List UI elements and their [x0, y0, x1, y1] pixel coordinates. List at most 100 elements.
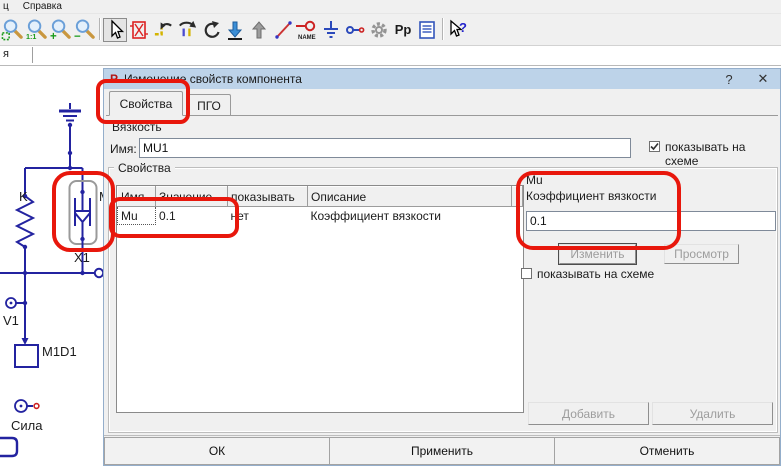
col-name[interactable]: Имя	[118, 187, 156, 207]
gear-icon	[368, 19, 390, 41]
ok-button[interactable]: ОК	[104, 437, 330, 465]
name-tool-button[interactable]: NAME	[295, 18, 319, 42]
apply-button[interactable]: Применить	[329, 437, 555, 465]
tab-properties-label: Свойства	[120, 97, 173, 111]
cell-value[interactable]: 0.1	[156, 207, 228, 225]
form-icon	[416, 19, 438, 41]
ok-button-label: ОК	[209, 444, 225, 458]
tab-pgo-label: ПГО	[197, 99, 221, 113]
force-source[interactable]	[15, 400, 39, 412]
table-row[interactable]: Mu 0.1 нет Коэффициент вязкости	[118, 207, 523, 225]
show-param-checkbox[interactable]	[521, 268, 532, 279]
name-input[interactable]	[139, 138, 631, 158]
connector-button[interactable]	[343, 18, 367, 42]
move-down-button[interactable]	[223, 18, 247, 42]
view-button[interactable]: Просмотр	[664, 244, 739, 264]
mirror-rotate-icon	[176, 18, 199, 41]
cell-description[interactable]: Коэффициент вязкости	[308, 207, 512, 225]
label-m1d1: M1D1	[42, 344, 77, 359]
mass-block[interactable]	[15, 345, 38, 367]
properties-dialog: Р Изменение свойств компонента ? ✕ Свойс…	[103, 68, 781, 466]
toolbar-separator	[96, 18, 103, 42]
document-tab-partial[interactable]: я	[3, 48, 9, 60]
tab-pgo[interactable]: ПГО	[187, 94, 231, 116]
col-description[interactable]: Описание	[308, 187, 512, 207]
zoom-out-button[interactable]: −	[72, 18, 96, 42]
ground-symbol[interactable]	[59, 103, 81, 121]
show-on-schema-label: показывать на схеме	[665, 140, 780, 168]
add-button[interactable]: Добавить	[528, 402, 649, 425]
form-button[interactable]	[415, 18, 439, 42]
menu-item-partial[interactable]: ц	[3, 1, 9, 12]
menu-item-help[interactable]: Справка	[23, 1, 62, 12]
cell-show[interactable]: нет	[228, 207, 308, 225]
svg-text:1:1: 1:1	[25, 33, 35, 41]
table-header-row: Имя Значение показывать Описание	[118, 187, 523, 207]
menu-bar: ц Справка	[0, 0, 781, 13]
dialog-title: Изменение свойств компонента	[124, 72, 302, 86]
context-help-button[interactable]: ?	[446, 18, 470, 42]
zoom-in-icon: +	[49, 18, 72, 41]
spring-component[interactable]	[17, 168, 33, 273]
add-button-label: Добавить	[562, 407, 615, 421]
arrow-up-icon	[248, 19, 270, 41]
change-button[interactable]: Изменить	[559, 244, 636, 264]
cancel-button-label: Отменить	[640, 444, 695, 458]
show-on-schema-checkbox[interactable]	[649, 141, 660, 152]
zoom-in-button[interactable]: +	[48, 18, 72, 42]
properties-table[interactable]: Имя Значение показывать Описание Mu 0.1 …	[117, 186, 523, 225]
label-sila: Сила	[11, 418, 43, 433]
rotate-button[interactable]	[199, 18, 223, 42]
select-cursor-button[interactable]	[103, 18, 127, 42]
dialog-titlebar[interactable]: Р Изменение свойств компонента	[104, 69, 780, 89]
schematic-drawing: K M X1 V1 M1D1 Сила	[0, 68, 110, 466]
arrow-down-icon	[224, 19, 246, 41]
settings-button[interactable]	[367, 18, 391, 42]
parameters-button[interactable]: Pp	[391, 18, 415, 42]
zoom-window-icon	[1, 18, 24, 41]
param-value-input[interactable]	[526, 211, 776, 231]
tab-page-top-border	[106, 115, 778, 116]
tab-properties[interactable]: Свойства	[109, 91, 183, 116]
tab-page-border	[0, 65, 781, 66]
col-show[interactable]: показывать	[228, 187, 308, 207]
show-param-label: показывать на схеме	[537, 267, 654, 281]
zoom-actual-button[interactable]: 1:1	[24, 18, 48, 42]
delete-button[interactable]: Удалить	[652, 402, 773, 425]
connector-icon	[344, 19, 366, 41]
pp-icon: Pp	[395, 22, 412, 37]
cancel-button[interactable]: Отменить	[554, 437, 780, 465]
col-value[interactable]: Значение	[156, 187, 228, 207]
partial-component	[0, 438, 17, 456]
zoom-window-button[interactable]	[0, 18, 24, 42]
toolbar-separator	[439, 18, 446, 42]
draw-line-button[interactable]	[271, 18, 295, 42]
ground-icon	[320, 19, 342, 41]
toolbar: 1:1 + −	[0, 13, 781, 46]
properties-groupbox-title: Свойства	[114, 161, 175, 175]
dialog-help-button[interactable]: ?	[716, 71, 742, 87]
zoom-out-icon: −	[73, 18, 96, 41]
move-up-button[interactable]	[247, 18, 271, 42]
terminal-c[interactable]	[95, 269, 103, 277]
route-undo-button[interactable]	[151, 18, 175, 42]
param-desc-label: Коэффициент вязкости	[526, 189, 656, 203]
apply-button-label: Применить	[411, 444, 473, 458]
svg-text:−: −	[73, 31, 80, 41]
label-k: K	[19, 189, 28, 204]
app-window: ц Справка 1:1 +	[0, 0, 781, 466]
delete-button-label: Удалить	[690, 407, 736, 421]
dialog-close-button[interactable]: ✕	[750, 71, 776, 87]
dialog-footer: ОК Применить Отменить	[104, 435, 780, 466]
svg-text:NAME: NAME	[298, 35, 316, 41]
help-cursor-icon: ?	[446, 18, 470, 42]
mirror-rotate-button[interactable]	[175, 18, 199, 42]
cell-extra	[512, 207, 523, 225]
component-button[interactable]	[127, 18, 151, 42]
name-field-label: Имя:	[110, 142, 137, 156]
ground-button[interactable]	[319, 18, 343, 42]
cell-name[interactable]: Mu	[118, 207, 156, 225]
line-icon	[272, 19, 294, 41]
dialog-icon: Р	[110, 72, 118, 86]
cursor-icon	[104, 19, 126, 41]
